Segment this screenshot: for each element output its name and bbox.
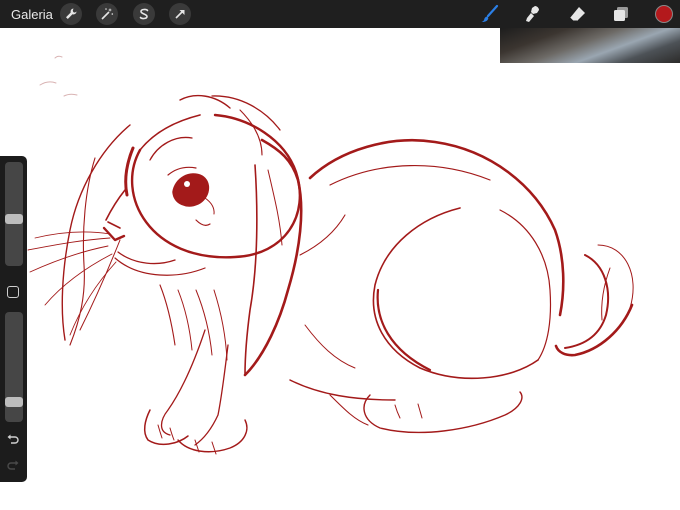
color-picker-button[interactable] [655, 5, 673, 23]
left-sidebar [0, 156, 27, 482]
layers-button[interactable] [609, 2, 633, 26]
gallery-button[interactable]: Galeria [11, 7, 53, 22]
reference-image[interactable] [500, 28, 680, 63]
arrow-move-icon [175, 10, 185, 19]
selection-button[interactable] [133, 3, 155, 25]
drawing-canvas[interactable] [0, 0, 680, 510]
eraser-icon [569, 7, 585, 22]
magic-wand-icon [101, 8, 114, 20]
layers-icon [614, 7, 628, 21]
brush-size-thumb[interactable] [5, 214, 23, 224]
top-toolbar: Galeria [0, 0, 680, 28]
transform-button[interactable] [169, 3, 191, 25]
redo-icon [7, 460, 19, 470]
undo-icon [7, 434, 19, 444]
eraser-button[interactable] [565, 2, 589, 26]
brush-icon [481, 4, 499, 22]
brush-opacity-thumb[interactable] [5, 397, 23, 407]
redo-button[interactable] [4, 458, 22, 472]
actions-button[interactable] [60, 3, 82, 25]
adjustments-button[interactable] [96, 3, 118, 25]
brush-size-slider[interactable] [5, 162, 23, 266]
undo-button[interactable] [4, 432, 22, 446]
modify-button[interactable] [7, 286, 19, 298]
brush-opacity-slider[interactable] [5, 312, 23, 422]
smudge-button[interactable] [521, 2, 545, 26]
wrench-icon [66, 8, 77, 19]
smudge-icon [526, 6, 539, 22]
bunny-sketch [27, 55, 634, 455]
selection-s-icon [139, 8, 149, 20]
brush-button[interactable] [477, 2, 501, 26]
